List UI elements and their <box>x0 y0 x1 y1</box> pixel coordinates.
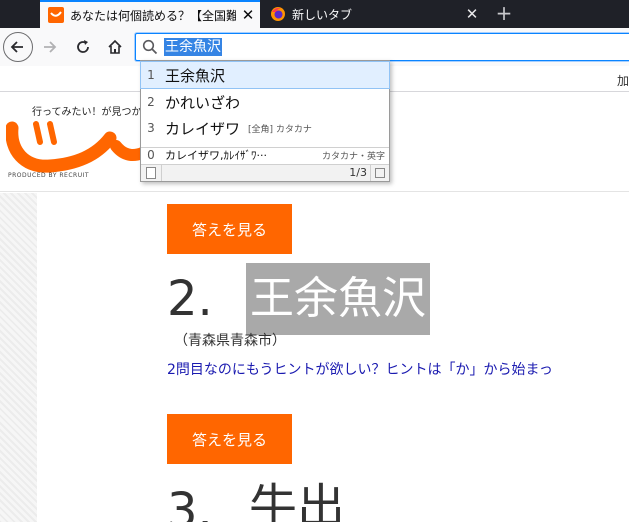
note-icon[interactable] <box>146 167 156 179</box>
home-icon <box>108 39 122 54</box>
side-texture <box>0 193 37 522</box>
tab-strip: あなたは何個読める？【全国難 ✕ 新しいタブ ✕ + <box>0 0 629 28</box>
home-button[interactable] <box>100 32 130 62</box>
tab-new-tab[interactable]: 新しいタブ ✕ <box>262 0 484 28</box>
reload-icon <box>77 40 89 53</box>
candidate-annotation: [全角] カタカナ <box>248 124 312 135</box>
question-number-2: 2. <box>167 271 213 327</box>
browser-window: あなたは何個読める？【全国難 ✕ 新しいタブ ✕ + 王余魚沢 加 行ってみたい… <box>0 0 629 522</box>
arrow-right-icon <box>44 41 57 53</box>
divider <box>370 165 371 181</box>
url-input-text[interactable]: 王余魚沢 <box>164 38 222 56</box>
candidate-number: 1 <box>147 68 155 82</box>
hint-link-2[interactable]: 2問目なのにもうヒントが欲しい？ヒントは「か」から始まっ <box>167 359 553 379</box>
url-bar[interactable]: 王余魚沢 <box>135 33 629 61</box>
forward-button[interactable] <box>34 32 64 62</box>
ime-candidate[interactable]: 1 王余魚沢 <box>140 61 390 89</box>
ime-candidate-list: 1 王余魚沢 2 かれいざわ 3 カレイザワ [全角] カタカナ 0 カレイザワ… <box>140 60 390 182</box>
candidate-text: カレイザワ,ｶﾚｲｻﾞﾜ··· <box>165 149 267 162</box>
reload-button[interactable] <box>68 32 98 62</box>
divider <box>161 165 162 181</box>
expand-icon[interactable] <box>375 168 385 178</box>
question-location-2: （青森県青森市） <box>174 333 286 349</box>
ime-candidate[interactable]: 0 カレイザワ,ｶﾚｲｻﾞﾜ··· カタカナ・英字 <box>141 145 389 165</box>
arrow-left-icon <box>10 41 23 53</box>
show-answer-button-q2[interactable]: 答えを見る <box>167 204 292 254</box>
candidate-number: 3 <box>147 121 155 135</box>
close-icon[interactable]: ✕ <box>236 2 260 28</box>
candidate-count: 1/3 <box>349 166 367 179</box>
jalan-logo[interactable] <box>6 116 156 174</box>
tab-title: 新しいタブ <box>292 7 353 22</box>
produced-by-recruit: PRODUCED BY RECRUIT <box>8 172 90 179</box>
candidate-annotation: カタカナ・英字 <box>321 151 385 162</box>
jalan-favicon-icon <box>48 7 64 23</box>
show-answer-button-q3[interactable]: 答えを見る <box>167 414 292 464</box>
tab-active[interactable]: あなたは何個読める？【全国難 ✕ <box>40 0 260 28</box>
candidate-number: 2 <box>147 95 155 109</box>
ime-candidate[interactable]: 3 カレイザワ [全角] カタカナ <box>141 115 389 141</box>
question-number-3: 3. <box>167 483 213 522</box>
candidate-text: カレイザワ <box>165 119 241 138</box>
tab-title: あなたは何個読める？【全国難 <box>70 8 236 23</box>
back-button[interactable] <box>3 32 33 62</box>
bookmark-item[interactable]: 加 <box>617 72 629 89</box>
ime-footer: 1/3 <box>141 164 389 181</box>
candidate-text: かれいざわ <box>165 93 241 112</box>
question-word-3: 牛出 <box>249 479 346 522</box>
ime-candidate[interactable]: 2 かれいざわ <box>141 89 389 115</box>
candidate-number: 0 <box>147 148 155 162</box>
question-word-2: 王余魚沢 <box>246 263 430 335</box>
candidate-text: 王余魚沢 <box>165 66 226 85</box>
new-tab-button[interactable]: + <box>490 0 518 28</box>
firefox-icon <box>271 7 285 21</box>
search-icon <box>136 34 164 60</box>
close-icon[interactable]: ✕ <box>460 0 484 28</box>
quiz-content: 答えを見る 2. 王余魚沢 （青森県青森市） 2問目なのにもうヒントが欲しい？ヒ… <box>37 193 629 522</box>
